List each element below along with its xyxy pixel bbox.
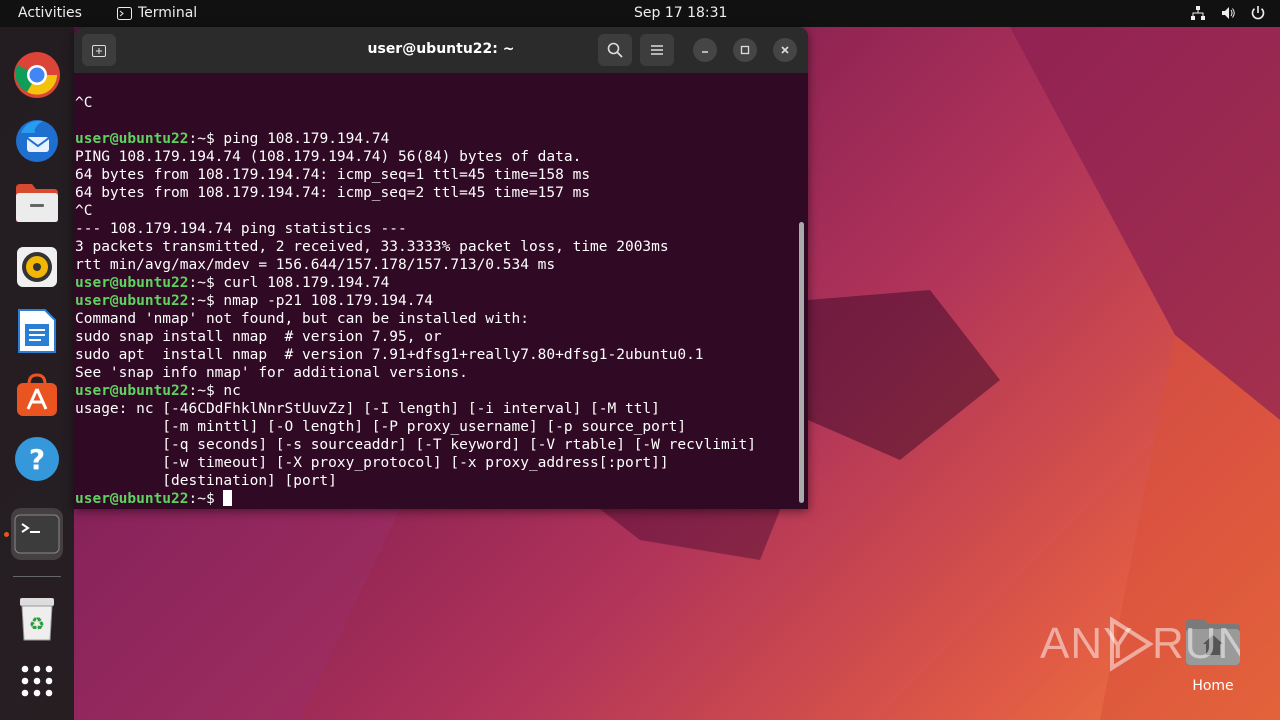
terminal-window[interactable]: user@ubuntu22: ~ ^C user@ubuntu22:~$ ping… <box>74 27 808 509</box>
output-text: sudo snap install nmap # version 7.95, o… <box>75 329 442 345</box>
show-apps-icon[interactable] <box>11 655 63 707</box>
output-text: Command 'nmap' not found, but can be ins… <box>75 311 529 327</box>
prompt-user: user@ubuntu22 <box>75 293 189 309</box>
output-text: [-q seconds] [-s sourceaddr] [-T keyword… <box>75 437 756 453</box>
svg-text:?: ? <box>29 443 45 476</box>
files-icon[interactable] <box>11 177 63 229</box>
output-line: See 'snap info nmap' for additional vers… <box>75 364 795 382</box>
output-text: rtt min/avg/max/mdev = 156.644/157.178/1… <box>75 257 556 273</box>
terminal-output[interactable]: ^C user@ubuntu22:~$ ping 108.179.194.74 PI… <box>75 94 795 508</box>
prompt-user: user@ubuntu22 <box>75 275 189 291</box>
minimize-button[interactable] <box>693 38 717 62</box>
thunderbird-icon[interactable] <box>11 113 63 165</box>
close-button[interactable] <box>773 38 797 62</box>
clock[interactable]: Sep 17 18:31 <box>634 5 727 21</box>
output-line: [-m minttl] [-O length] [-P proxy_userna… <box>75 418 795 436</box>
libreoffice-writer-icon[interactable] <box>11 305 63 357</box>
system-tray[interactable] <box>1190 5 1266 21</box>
dock: ? ♻ <box>0 27 74 720</box>
prompt-user: user@ubuntu22 <box>75 383 189 399</box>
output-line: [-w timeout] [-X proxy_protocol] [-x pro… <box>75 454 795 472</box>
output-text: See 'snap info nmap' for additional vers… <box>75 365 468 381</box>
terminal-header[interactable]: user@ubuntu22: ~ <box>74 27 808 73</box>
output-line: sudo snap install nmap # version 7.95, o… <box>75 328 795 346</box>
menu-button[interactable] <box>640 34 674 66</box>
output-line: ^C <box>75 202 795 220</box>
app-menu[interactable]: Terminal <box>117 5 197 21</box>
dock-separator <box>13 576 61 577</box>
top-bar: Activities Terminal Sep 17 18:31 <box>0 0 1280 27</box>
prompt-user: user@ubuntu22 <box>75 131 189 147</box>
output-text: 64 bytes from 108.179.194.74: icmp_seq=2… <box>75 185 591 201</box>
network-icon <box>1191 6 1205 20</box>
output-text: PING 108.179.194.74 (108.179.194.74) 56(… <box>75 149 582 165</box>
output-text: ^C <box>75 95 93 111</box>
output-line: 3 packets transmitted, 2 received, 33.33… <box>75 238 795 256</box>
output-line: 64 bytes from 108.179.194.74: icmp_seq=2… <box>75 184 795 202</box>
output-text: --- 108.179.194.74 ping statistics --- <box>75 221 407 237</box>
scrollbar[interactable] <box>799 222 804 503</box>
output-line: --- 108.179.194.74 ping statistics --- <box>75 220 795 238</box>
maximize-icon <box>740 45 750 55</box>
output-line: PING 108.179.194.74 (108.179.194.74) 56(… <box>75 148 795 166</box>
command-line: user@ubuntu22:~$ <box>75 490 795 508</box>
output-text: sudo apt install nmap # version 7.91+dfs… <box>75 347 704 363</box>
trash-icon[interactable]: ♻ <box>11 593 63 645</box>
prompt-suffix: :~$ <box>188 131 215 147</box>
output-text: 64 bytes from 108.179.194.74: icmp_seq=1… <box>75 167 591 183</box>
terminal-icon[interactable] <box>11 508 63 560</box>
search-button[interactable] <box>598 34 632 66</box>
power-icon <box>1251 6 1265 20</box>
search-icon <box>607 42 623 58</box>
svg-text:♻: ♻ <box>29 614 45 635</box>
prompt-suffix: :~$ <box>188 293 215 309</box>
command-line: user@ubuntu22:~$ ping 108.179.194.74 <box>75 130 795 148</box>
running-indicator <box>4 532 9 537</box>
rhythmbox-icon[interactable] <box>11 241 63 293</box>
output-line: Command 'nmap' not found, but can be ins… <box>75 310 795 328</box>
prompt-suffix: :~$ <box>188 491 215 507</box>
watermark-logo: ANY RUN <box>1040 612 1249 682</box>
text-cursor <box>223 490 233 506</box>
output-line: [destination] [port] <box>75 472 795 490</box>
command-line: user@ubuntu22:~$ nc <box>75 382 795 400</box>
output-text: [-w timeout] [-X proxy_protocol] [-x pro… <box>75 455 669 471</box>
output-line: ^C <box>75 94 795 112</box>
output-text: [destination] [port] <box>75 473 337 489</box>
activities-button[interactable]: Activities <box>18 5 82 21</box>
terminal-app-icon <box>117 6 132 20</box>
command-text <box>215 491 224 507</box>
maximize-button[interactable] <box>733 38 757 62</box>
minimize-icon <box>702 51 708 53</box>
output-line: usage: nc [-46CDdFhklNnrStUuvZz] [-I len… <box>75 400 795 418</box>
prompt-suffix: :~$ <box>188 275 215 291</box>
help-icon[interactable]: ? <box>11 433 63 485</box>
output-line: rtt min/avg/max/mdev = 156.644/157.178/1… <box>75 256 795 274</box>
output-text: [-m minttl] [-O length] [-P proxy_userna… <box>75 419 687 435</box>
prompt-suffix: :~$ <box>188 383 215 399</box>
hamburger-menu-icon <box>651 45 663 55</box>
command-line: user@ubuntu22:~$ nmap -p21 108.179.194.7… <box>75 292 795 310</box>
close-icon <box>781 46 789 54</box>
app-name: Terminal <box>138 5 198 21</box>
svg-text:RUN: RUN <box>1152 619 1240 668</box>
output-text: 3 packets transmitted, 2 received, 33.33… <box>75 239 669 255</box>
output-line: 64 bytes from 108.179.194.74: icmp_seq=1… <box>75 166 795 184</box>
volume-icon <box>1222 7 1235 19</box>
prompt-user: user@ubuntu22 <box>75 491 189 507</box>
chrome-icon[interactable] <box>11 49 63 101</box>
output-text: ^C <box>75 203 93 219</box>
command-text: curl 108.179.194.74 <box>214 275 390 291</box>
command-text: nc <box>214 383 241 399</box>
app-center-icon[interactable] <box>11 369 63 421</box>
output-line: [-q seconds] [-s sourceaddr] [-T keyword… <box>75 436 795 454</box>
command-text: ping 108.179.194.74 <box>214 131 390 147</box>
output-line: sudo apt install nmap # version 7.91+dfs… <box>75 346 795 364</box>
output-text: usage: nc [-46CDdFhklNnrStUuvZz] [-I len… <box>75 401 660 417</box>
command-text: nmap -p21 108.179.194.74 <box>214 293 433 309</box>
command-line: user@ubuntu22:~$ curl 108.179.194.74 <box>75 274 795 292</box>
